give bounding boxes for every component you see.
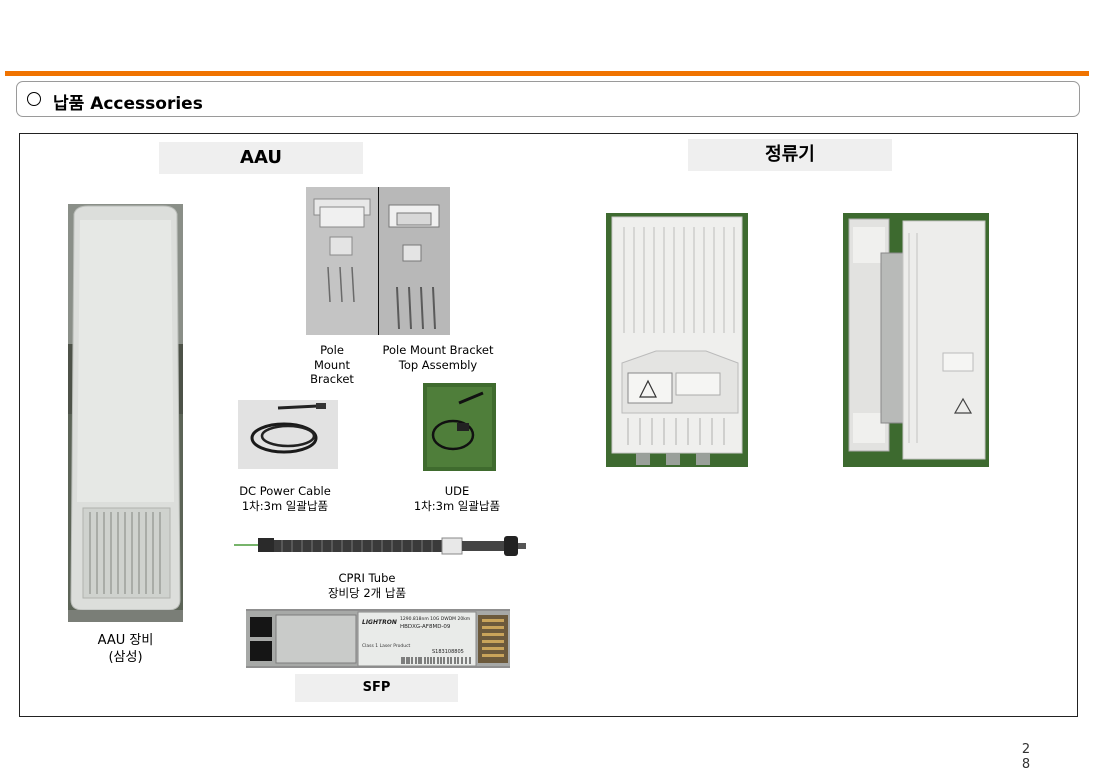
header-accent-bar: [5, 71, 1089, 76]
sfp-spec: 1290.818nm 10G DWDM 20km: [400, 616, 470, 622]
cpri-tube-photo: [234, 532, 526, 560]
sfp-model: HBDXG-AF8MD-09: [400, 624, 451, 630]
bullet-circle-icon: [27, 92, 41, 106]
dc-power-cable-photo: [238, 400, 338, 469]
pole-mount-top-assembly-photo: [379, 187, 450, 335]
sfp-brand: LIGHTRON: [362, 619, 397, 626]
sfp-photo: LIGHTRON 1290.818nm 10G DWDM 20km HBDXG-…: [246, 609, 510, 668]
rectifier-header: 정류기: [688, 139, 892, 171]
pole-mount-bracket-caption: Pole Mount Bracket: [310, 343, 354, 386]
ude-caption: UDE 1차:3m 일괄납품: [413, 484, 501, 513]
aau-equipment-photo: [68, 204, 183, 622]
section-title-box: 납품 Accessories: [16, 81, 1080, 117]
pole-mount-bracket-photo: [306, 187, 378, 335]
ude-photo: [423, 383, 496, 471]
rectifier-front-photo: [606, 213, 748, 467]
aau-header: AAU: [159, 142, 363, 174]
sfp-serial: S183108805: [432, 649, 464, 655]
section-title: 납품 Accessories: [53, 94, 203, 114]
page-number: 2 8: [1021, 742, 1031, 772]
dc-power-cable-caption: DC Power Cable 1차:3m 일괄납품: [239, 484, 331, 513]
aau-equipment-caption: AAU 장비 (삼성): [97, 633, 154, 665]
rectifier-side-photo: [843, 213, 989, 467]
pole-mount-top-caption: Pole Mount Bracket Top Assembly: [382, 343, 494, 372]
sfp-class: Class 1 Laser Product: [362, 643, 411, 649]
cpri-tube-caption: CPRI Tube 장비당 2개 납품: [327, 571, 407, 600]
sfp-header: SFP: [295, 674, 458, 702]
